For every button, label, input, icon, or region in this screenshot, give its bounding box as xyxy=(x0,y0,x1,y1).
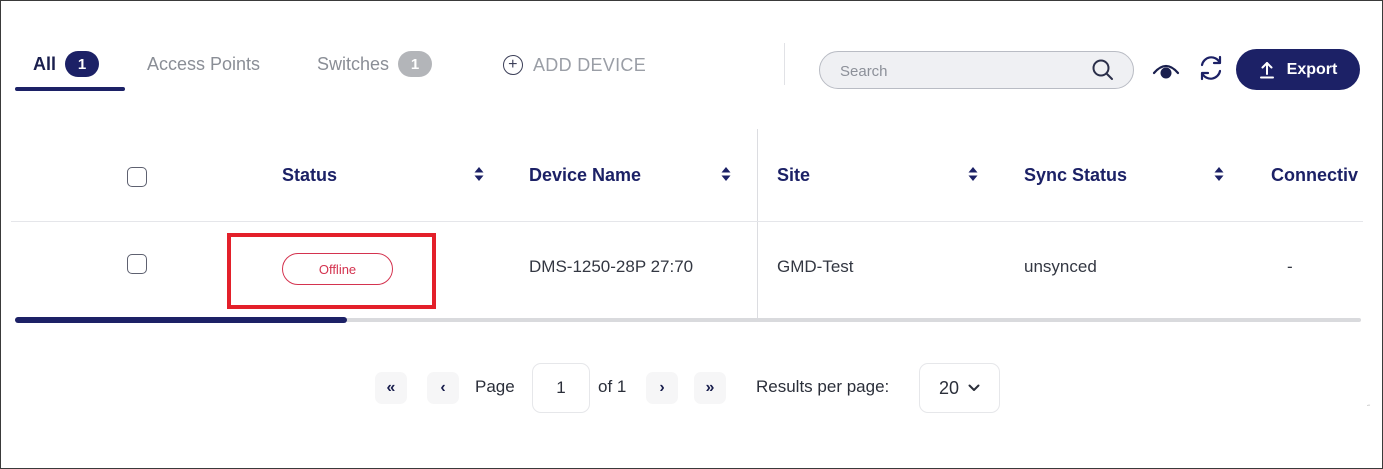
page-total-label: of 1 xyxy=(598,377,627,396)
column-resize-divider[interactable] xyxy=(757,129,758,319)
tab-switches-count-badge: 1 xyxy=(398,51,433,77)
tab-all-count-badge: 1 xyxy=(65,51,100,77)
tab-access-points-label: Access Points xyxy=(147,53,261,74)
page-number-input[interactable] xyxy=(532,363,590,413)
tab-all-label: All xyxy=(33,53,57,74)
results-per-page-value: 20 xyxy=(938,377,960,398)
results-per-page-label: Results per page: xyxy=(756,377,890,396)
page-label: Page xyxy=(475,377,515,396)
toolbar-divider xyxy=(784,43,785,85)
sort-icon[interactable] xyxy=(473,164,485,184)
active-tab-indicator xyxy=(15,87,125,91)
column-header-sync-status[interactable]: Sync Status xyxy=(1024,165,1127,186)
connectivity-cell: - xyxy=(1287,257,1293,276)
add-device-button[interactable]: + ADD DEVICE xyxy=(503,51,646,79)
column-header-status[interactable]: Status xyxy=(282,165,337,186)
tab-access-points[interactable]: Access Points xyxy=(147,47,260,81)
search-input[interactable] xyxy=(840,60,1080,82)
header-row-divider xyxy=(11,221,1363,222)
results-per-page-select[interactable]: 20 xyxy=(919,363,1000,413)
site-cell: GMD-Test xyxy=(777,257,854,276)
column-header-site[interactable]: Site xyxy=(777,165,810,186)
device-name-cell[interactable]: DMS-1250-28P 27:70 xyxy=(529,257,693,277)
sort-icon[interactable] xyxy=(967,164,979,184)
upload-icon xyxy=(1259,61,1274,78)
chevron-down-icon xyxy=(968,384,980,391)
resize-grip: ˝ xyxy=(1367,404,1370,413)
highlight-annotation xyxy=(227,233,436,309)
column-header-connectivity[interactable]: Connectiv xyxy=(1271,165,1358,186)
sort-icon[interactable] xyxy=(720,164,732,184)
horizontal-scrollbar-thumb[interactable] xyxy=(15,317,347,323)
next-page-button[interactable]: › xyxy=(646,372,678,404)
sort-icon[interactable] xyxy=(1213,164,1225,184)
previous-page-button[interactable]: ‹ xyxy=(427,372,459,404)
search-box xyxy=(819,51,1134,89)
export-label: Export xyxy=(1286,60,1338,78)
device-list-panel: All 1 Access Points Switches 1 + ADD DEV… xyxy=(0,0,1383,469)
row-checkbox[interactable] xyxy=(127,254,147,274)
plus-circle-icon: + xyxy=(503,55,523,75)
refresh-icon[interactable] xyxy=(1195,52,1227,84)
first-page-button[interactable]: « xyxy=(375,372,407,404)
tab-switches-label: Switches xyxy=(317,53,390,74)
last-page-button[interactable]: » xyxy=(694,372,726,404)
tab-switches[interactable]: Switches 1 xyxy=(317,47,433,81)
tab-all[interactable]: All 1 xyxy=(33,47,100,81)
export-button[interactable]: Export xyxy=(1236,49,1360,90)
add-device-label: ADD DEVICE xyxy=(533,54,647,75)
select-all-checkbox[interactable] xyxy=(127,167,147,187)
sync-status-cell: unsynced xyxy=(1024,257,1097,276)
search-icon[interactable] xyxy=(1090,57,1116,83)
eye-icon[interactable] xyxy=(1151,55,1181,85)
column-header-device-name[interactable]: Device Name xyxy=(529,165,641,186)
